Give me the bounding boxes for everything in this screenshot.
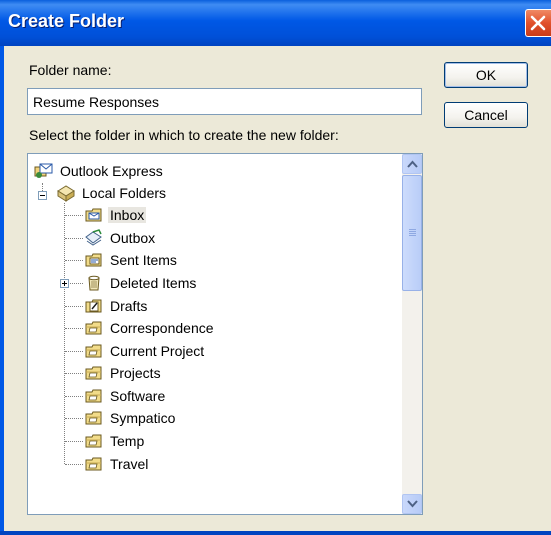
folder-icon <box>85 321 102 335</box>
scroll-up-button[interactable] <box>402 154 422 174</box>
tree-node-label: Projects <box>110 365 161 381</box>
local-folders-icon <box>57 185 75 202</box>
folder-icon <box>85 457 102 471</box>
tree-node-label: Sympatico <box>110 410 176 426</box>
outbox-icon <box>85 229 102 246</box>
chevron-down-icon <box>407 500 418 508</box>
tree-line <box>65 238 83 239</box>
inbox-icon <box>85 208 102 222</box>
tree-line <box>65 441 83 442</box>
scroll-thumb[interactable] <box>402 175 422 291</box>
tree-node-label: Inbox <box>108 207 147 223</box>
window-frame-left <box>0 46 4 535</box>
tree-line <box>65 464 83 465</box>
sent-items-icon <box>85 253 102 267</box>
tree-line <box>65 306 83 307</box>
scroll-down-button[interactable] <box>402 494 422 514</box>
ok-button[interactable]: OK <box>444 62 528 88</box>
tree-line <box>65 373 83 374</box>
outlook-express-icon <box>34 163 53 178</box>
tree-node-label: Software <box>110 388 166 404</box>
folder-icon <box>85 366 102 380</box>
tree-line <box>65 215 83 216</box>
tree-node-label: Drafts <box>110 298 148 314</box>
select-folder-label: Select the folder in which to create the… <box>29 127 339 143</box>
tree-node-label: Temp <box>110 433 145 449</box>
tree-line <box>65 351 83 352</box>
tree-node-label: Deleted Items <box>110 275 197 291</box>
tree-line <box>65 328 83 329</box>
tree-line <box>65 396 83 397</box>
folder-icon <box>85 434 102 448</box>
folder-icon <box>85 389 102 403</box>
folder-name-label: Folder name: <box>29 62 112 78</box>
tree-node-label: Sent Items <box>110 252 177 268</box>
tree-node-label: Local Folders <box>82 185 167 201</box>
tree-node-label: Outlook Express <box>60 163 163 179</box>
tree-node-label: Correspondence <box>110 320 214 336</box>
tree-node-label: Outbox <box>110 230 156 246</box>
folder-icon <box>85 344 102 358</box>
tree-node-label: Current Project <box>110 343 205 359</box>
close-icon <box>530 15 546 31</box>
window-frame-bottom <box>0 531 551 535</box>
tree-line <box>70 283 83 284</box>
tree-line <box>65 418 83 419</box>
deleted-items-icon <box>88 275 100 291</box>
tree-line <box>65 260 83 261</box>
tree-line <box>64 203 65 464</box>
expand-toggle-deleted-items[interactable] <box>60 279 69 288</box>
dialog-title: Create Folder <box>8 11 125 31</box>
folder-tree[interactable]: Outlook Express Local Folders Inbox Outb… <box>27 153 423 515</box>
cancel-button[interactable]: Cancel <box>444 102 528 128</box>
chevron-up-icon <box>407 160 418 168</box>
folder-icon <box>85 411 102 425</box>
close-button[interactable] <box>525 9 551 37</box>
folder-name-input[interactable]: Resume Responses <box>27 88 422 115</box>
drafts-icon <box>85 299 102 313</box>
collapse-toggle-local-folders[interactable] <box>38 191 47 200</box>
title-bar[interactable]: Create Folder <box>0 0 551 46</box>
tree-scrollbar[interactable] <box>402 154 422 514</box>
tree-node-label: Travel <box>110 456 149 472</box>
create-folder-dialog: Create Folder Folder name: Resume Respon… <box>0 0 551 535</box>
